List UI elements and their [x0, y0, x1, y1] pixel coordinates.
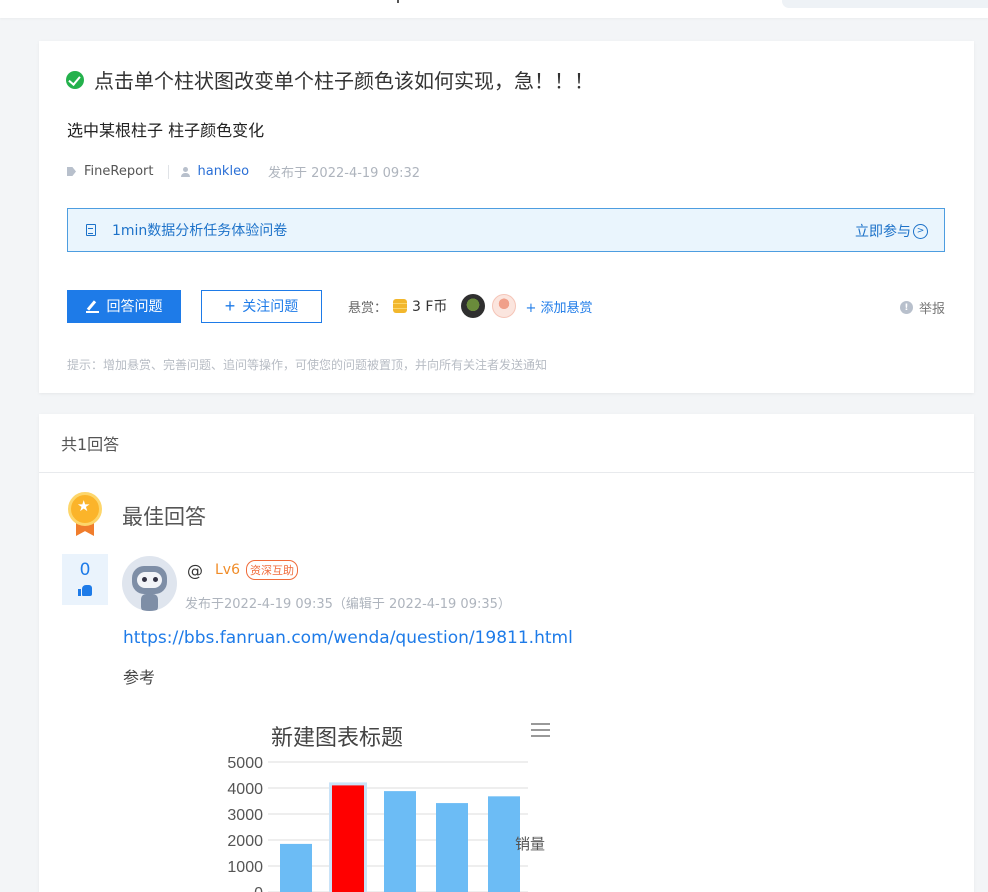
- question-actions: 回答问题 + 关注问题 悬赏： 3 F币 + 添加悬赏 ! 举报: [67, 289, 945, 323]
- bar[interactable]: [280, 843, 312, 892]
- coin-icon: [393, 299, 408, 313]
- join-link[interactable]: 立即参与 >: [855, 221, 928, 241]
- question-card: 点击单个柱状图改变单个柱子颜色该如何实现，急！！！ 选中某根柱子 柱子颜色变化 …: [39, 41, 974, 393]
- user-icon: [181, 166, 191, 177]
- add-bounty-link[interactable]: + 添加悬赏: [525, 297, 592, 316]
- bar[interactable]: [384, 791, 416, 892]
- tag-icon: [67, 167, 76, 176]
- plus-icon: +: [224, 296, 236, 316]
- status-badge: 资深互助: [246, 560, 298, 580]
- solved-check-icon: [66, 70, 84, 89]
- pencil-icon: [85, 300, 99, 313]
- meta-divider: [168, 164, 170, 179]
- bounty-user-avatar[interactable]: [461, 294, 486, 318]
- bar-chart: 新建图表标题 5000 4000 3000 2000 1000 0 销量: [227, 723, 550, 892]
- y-tick-label: 2000: [227, 833, 263, 850]
- answers-card: 共1回答 ★ 最佳回答 0 @ Lv6 资深互助 发布于2022-4-19 09…: [39, 414, 974, 892]
- avatar[interactable]: [122, 556, 177, 611]
- thumbs-up-icon: [78, 584, 92, 596]
- top-nav-bar: [0, 0, 988, 18]
- question-title-row: 点击单个柱状图改变单个柱子颜色该如何实现，急！！！: [66, 65, 594, 94]
- answers-header: 共1回答: [39, 414, 974, 473]
- best-answer-title: 最佳回答: [122, 505, 206, 529]
- nav-divider: [397, 0, 399, 3]
- report-link[interactable]: ! 举报: [899, 298, 945, 317]
- y-tick-label: 0: [254, 885, 263, 892]
- y-tick-label: 5000: [227, 755, 263, 772]
- answer-time: 发布于2022-4-19 09:35（编辑于 2022-4-19 09:35）: [185, 597, 511, 612]
- legend-swatch: [498, 838, 510, 850]
- answer-button-label: 回答问题: [106, 298, 163, 314]
- bounty-user-avatar[interactable]: [492, 294, 517, 318]
- bar[interactable]: [436, 803, 468, 892]
- question-title: 点击单个柱状图改变单个柱子颜色该如何实现，急！！！: [94, 69, 594, 93]
- bar[interactable]: [332, 785, 364, 892]
- y-tick-label: 3000: [227, 807, 263, 824]
- answer-count: 共1回答: [61, 435, 120, 454]
- answer-link[interactable]: https://bbs.fanruan.com/wenda/question/1…: [123, 628, 573, 648]
- follow-button-label: 关注问题: [242, 298, 299, 314]
- bounty-amount: 3 F币: [412, 299, 448, 315]
- author-link[interactable]: hankleo: [197, 164, 249, 179]
- bars: [280, 782, 520, 892]
- question-body: 选中某根柱子 柱子颜色变化: [67, 121, 265, 140]
- user-level: Lv6: [215, 562, 240, 578]
- document-icon: [86, 224, 96, 236]
- tip-text: 提示：增加悬赏、完善问题、追问等操作，可使您的问题被置顶，并向所有关注者发送通知: [67, 358, 548, 372]
- survey-text: 1min数据分析任务体验问卷: [112, 223, 288, 239]
- medal-icon: ★: [66, 490, 104, 536]
- bounty-label: 悬赏：: [348, 300, 388, 316]
- follow-button[interactable]: + 关注问题: [201, 289, 322, 323]
- hamburger-icon[interactable]: [531, 723, 550, 737]
- question-tag[interactable]: FineReport: [67, 164, 153, 179]
- report-label: 举报: [918, 302, 945, 317]
- question-meta: FineReport hankleo 发布于 2022-4-19 09:32: [67, 162, 420, 181]
- tag-label: FineReport: [84, 164, 154, 179]
- legend-label: 销量: [515, 836, 545, 853]
- y-tick-label: 1000: [227, 859, 263, 876]
- search-box[interactable]: [782, 0, 988, 8]
- answer-text: 参考: [123, 668, 156, 687]
- circle-arrow-icon: >: [913, 223, 928, 239]
- join-label: 立即参与: [855, 224, 911, 240]
- upvote-button[interactable]: 0: [62, 554, 108, 605]
- answer-author: @ Lv6 资深互助: [187, 560, 298, 580]
- y-axis: 5000 4000 3000 2000 1000 0: [227, 755, 263, 892]
- publish-time: 发布于 2022-4-19 09:32: [268, 166, 421, 181]
- bounty-info: 悬赏： 3 F币 + 添加悬赏: [348, 294, 592, 318]
- vote-count: 0: [79, 560, 91, 580]
- survey-banner[interactable]: 1min数据分析任务体验问卷 立即参与 >: [67, 208, 945, 252]
- answer-button[interactable]: 回答问题: [67, 289, 181, 323]
- warning-icon: !: [899, 301, 913, 314]
- at-sign[interactable]: @: [187, 561, 203, 580]
- answer-chart-image: 新建图表标题 5000 4000 3000 2000 1000 0 销量: [172, 711, 602, 892]
- y-tick-label: 4000: [227, 781, 263, 798]
- chart-title: 新建图表标题: [271, 725, 403, 750]
